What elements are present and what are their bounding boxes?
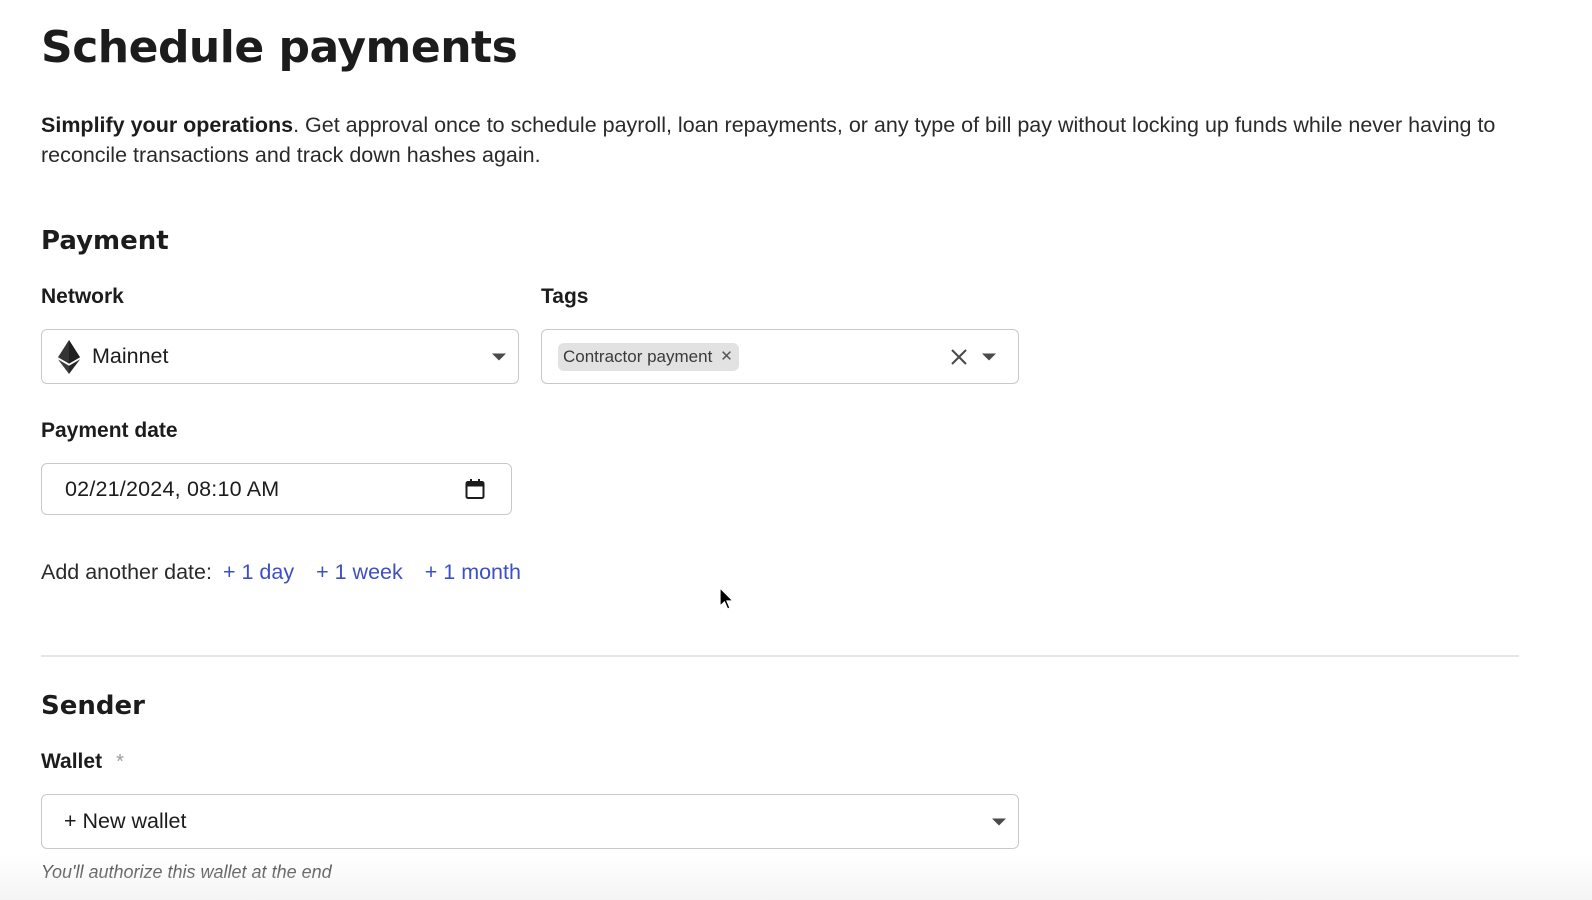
wallet-select[interactable]: + New wallet	[41, 794, 1019, 849]
required-star: *	[116, 751, 124, 773]
clear-tags-icon[interactable]	[950, 348, 968, 366]
mouse-cursor-icon	[719, 586, 735, 616]
tag-chip-label: Contractor payment	[563, 346, 713, 366]
remove-tag-icon[interactable]: ✕	[720, 349, 733, 364]
payment-section-heading: Payment	[41, 226, 169, 256]
add-1-week-link[interactable]: + 1 week	[316, 560, 403, 585]
add-1-day-link[interactable]: + 1 day	[223, 560, 294, 585]
section-divider	[41, 655, 1519, 657]
intro-bold: Simplify your operations	[41, 113, 294, 137]
add-1-month-link[interactable]: + 1 month	[425, 560, 521, 585]
chevron-down-icon[interactable]	[982, 353, 996, 360]
ethereum-icon	[58, 339, 80, 374]
chevron-down-icon	[992, 818, 1006, 825]
payment-date-label: Payment date	[41, 419, 178, 442]
chevron-down-icon	[492, 353, 506, 360]
add-another-date-label: Add another date:	[41, 560, 212, 584]
network-select[interactable]: Mainnet	[41, 329, 519, 384]
wallet-value: + New wallet	[64, 809, 187, 833]
schedule-payments-page: Schedule payments Simplify your operatio…	[0, 0, 1592, 900]
add-another-date: Add another date: + 1 day + 1 week + 1 m…	[41, 560, 521, 585]
tags-label: Tags	[541, 285, 589, 308]
tag-chip: Contractor payment ✕	[558, 342, 739, 371]
page-title: Schedule payments	[41, 22, 518, 73]
network-label: Network	[41, 285, 124, 308]
payment-date-input[interactable]: 02/21/2024, 08:10 AM	[41, 463, 512, 515]
network-value: Mainnet	[92, 344, 169, 368]
payment-date-value: 02/21/2024, 08:10 AM	[65, 476, 280, 501]
wallet-label-text: Wallet	[41, 750, 103, 773]
tags-select[interactable]: Contractor payment ✕	[541, 329, 1019, 384]
calendar-icon[interactable]	[465, 479, 485, 500]
wallet-label: Wallet *	[41, 750, 124, 774]
sender-section-heading: Sender	[41, 691, 145, 721]
intro-text: Simplify your operations. Get approval o…	[41, 110, 1541, 170]
wallet-hint: You'll authorize this wallet at the end	[41, 862, 332, 882]
